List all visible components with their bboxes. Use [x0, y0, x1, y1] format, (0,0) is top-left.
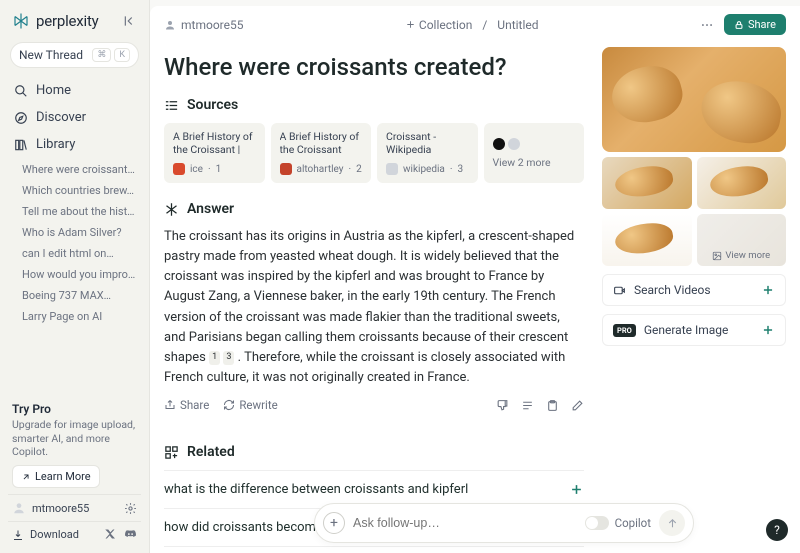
download-icon[interactable] [12, 529, 24, 541]
nav-discover-label: Discover [36, 110, 86, 125]
keyboard-shortcut: ⌘K [92, 48, 130, 62]
breadcrumb-user[interactable]: mtmoore55 [164, 18, 243, 32]
nav-home[interactable]: Home [8, 78, 141, 103]
pro-badge: PRO [613, 324, 636, 337]
attach-button[interactable]: + [323, 512, 345, 534]
citation[interactable]: 3 [223, 351, 234, 365]
history-item[interactable]: Larry Page on AI [8, 306, 141, 327]
nav-home-label: Home [36, 83, 71, 98]
learn-more-button[interactable]: Learn More [12, 465, 100, 488]
question-heading: Where were croissants created? [164, 53, 584, 81]
answer-actions: Share Rewrite [164, 398, 584, 412]
compass-icon [14, 111, 28, 125]
media-sidebar: View more Search Videos PRO Generate Ima… [602, 43, 786, 553]
new-thread-label: New Thread [19, 48, 83, 62]
share-icon [164, 399, 176, 411]
image-thumbnail[interactable] [602, 214, 692, 266]
answer-body: The croissant has its origins in Austria… [164, 227, 584, 388]
more-icon[interactable] [700, 18, 714, 32]
user-icon [164, 19, 176, 31]
arrow-up-right-icon [21, 472, 31, 482]
edit-icon[interactable] [571, 399, 584, 412]
source-card[interactable]: A Brief History of the Croissant | Insti… [164, 123, 265, 183]
plus-icon [569, 482, 584, 497]
gear-icon[interactable] [124, 502, 137, 515]
source-card[interactable]: A Brief History of the Croissant altohar… [271, 123, 372, 183]
user-avatar-icon [12, 501, 26, 515]
submit-button[interactable] [659, 510, 685, 536]
search-videos-button[interactable]: Search Videos [602, 274, 786, 306]
main-panel: mtmoore55 Collection / Untitled Share [150, 6, 800, 553]
history-item[interactable]: Boeing 737 MAX… [8, 285, 141, 306]
answer-icon [164, 202, 179, 217]
learn-more-label: Learn More [35, 470, 91, 483]
history-item[interactable]: How would you improv… [8, 264, 141, 285]
nav-library-label: Library [36, 137, 75, 152]
thumbs-down-icon[interactable] [496, 399, 509, 412]
image-thumbnail[interactable] [697, 157, 787, 209]
related-icon [164, 445, 179, 460]
history-item[interactable]: Where were croissants… [8, 159, 141, 180]
history-item[interactable]: Which countries brew… [8, 180, 141, 201]
history-item[interactable]: Who is Adam Silver? [8, 222, 141, 243]
try-pro-title: Try Pro [12, 402, 137, 416]
answer-heading: Answer [164, 201, 584, 217]
sources-row: A Brief History of the Croissant | Insti… [164, 123, 584, 183]
copy-text-icon[interactable] [521, 399, 534, 412]
help-button[interactable]: ? [766, 519, 788, 541]
copilot-toggle[interactable]: Copilot [585, 516, 651, 530]
image-icon [712, 251, 722, 261]
hero-image[interactable] [602, 47, 786, 152]
discord-icon[interactable] [124, 528, 137, 541]
source-card[interactable]: Croissant - Wikipedia wikipedia·3 [377, 123, 478, 183]
followup-bar: + Copilot [314, 503, 694, 543]
sources-heading: Sources [164, 97, 584, 113]
new-thread-button[interactable]: New Thread ⌘K [10, 42, 139, 68]
nav-discover[interactable]: Discover [8, 105, 141, 130]
followup-input[interactable] [353, 516, 577, 530]
topbar: mtmoore55 Collection / Untitled Share [150, 6, 800, 43]
citation[interactable]: 1 [209, 351, 220, 365]
history-item[interactable]: can I edit html on… [8, 243, 141, 264]
view-more-sources[interactable]: View 2 more [484, 123, 585, 183]
related-question[interactable]: wh [164, 546, 584, 553]
sources-icon [164, 98, 179, 113]
try-pro-subtitle: Upgrade for image upload, smarter AI, an… [12, 418, 137, 459]
rewrite-action[interactable]: Rewrite [223, 398, 277, 412]
search-icon [14, 84, 28, 98]
lock-icon [734, 20, 744, 30]
clipboard-icon[interactable] [546, 399, 559, 412]
view-more-images[interactable]: View more [697, 214, 787, 266]
arrow-up-icon [666, 517, 679, 530]
x-social-icon[interactable] [104, 528, 116, 540]
sidebar: perplexity New Thread ⌘K Home Discover L… [0, 0, 150, 553]
try-pro-promo: Try Pro Upgrade for image upload, smarte… [8, 396, 141, 494]
logo-row: perplexity [8, 10, 141, 40]
toggle-icon [585, 516, 609, 530]
related-heading: Related [164, 444, 584, 460]
video-icon [613, 284, 626, 297]
plus-icon [405, 19, 416, 30]
library-icon [14, 138, 28, 152]
perplexity-logo-icon [12, 12, 30, 30]
breadcrumb-separator: / [482, 18, 487, 32]
image-thumbnail[interactable] [602, 157, 692, 209]
history-item[interactable]: Tell me about the histor… [8, 201, 141, 222]
collapse-sidebar-button[interactable] [123, 14, 137, 28]
sidebar-username: mtmoore55 [32, 502, 89, 515]
generate-image-button[interactable]: PRO Generate Image [602, 314, 786, 346]
history-list: Where were croissants… Which countries b… [8, 159, 141, 327]
add-collection-button[interactable]: Collection [405, 18, 472, 32]
rewrite-icon [223, 399, 235, 411]
share-action[interactable]: Share [164, 398, 209, 412]
sidebar-user-row[interactable]: mtmoore55 [8, 494, 141, 521]
download-label[interactable]: Download [30, 528, 79, 541]
sidebar-download-row: Download [8, 521, 141, 547]
nav-library[interactable]: Library [8, 132, 141, 157]
brand-name: perplexity [36, 12, 99, 30]
thread-title[interactable]: Untitled [497, 18, 538, 32]
share-button[interactable]: Share [724, 14, 786, 35]
